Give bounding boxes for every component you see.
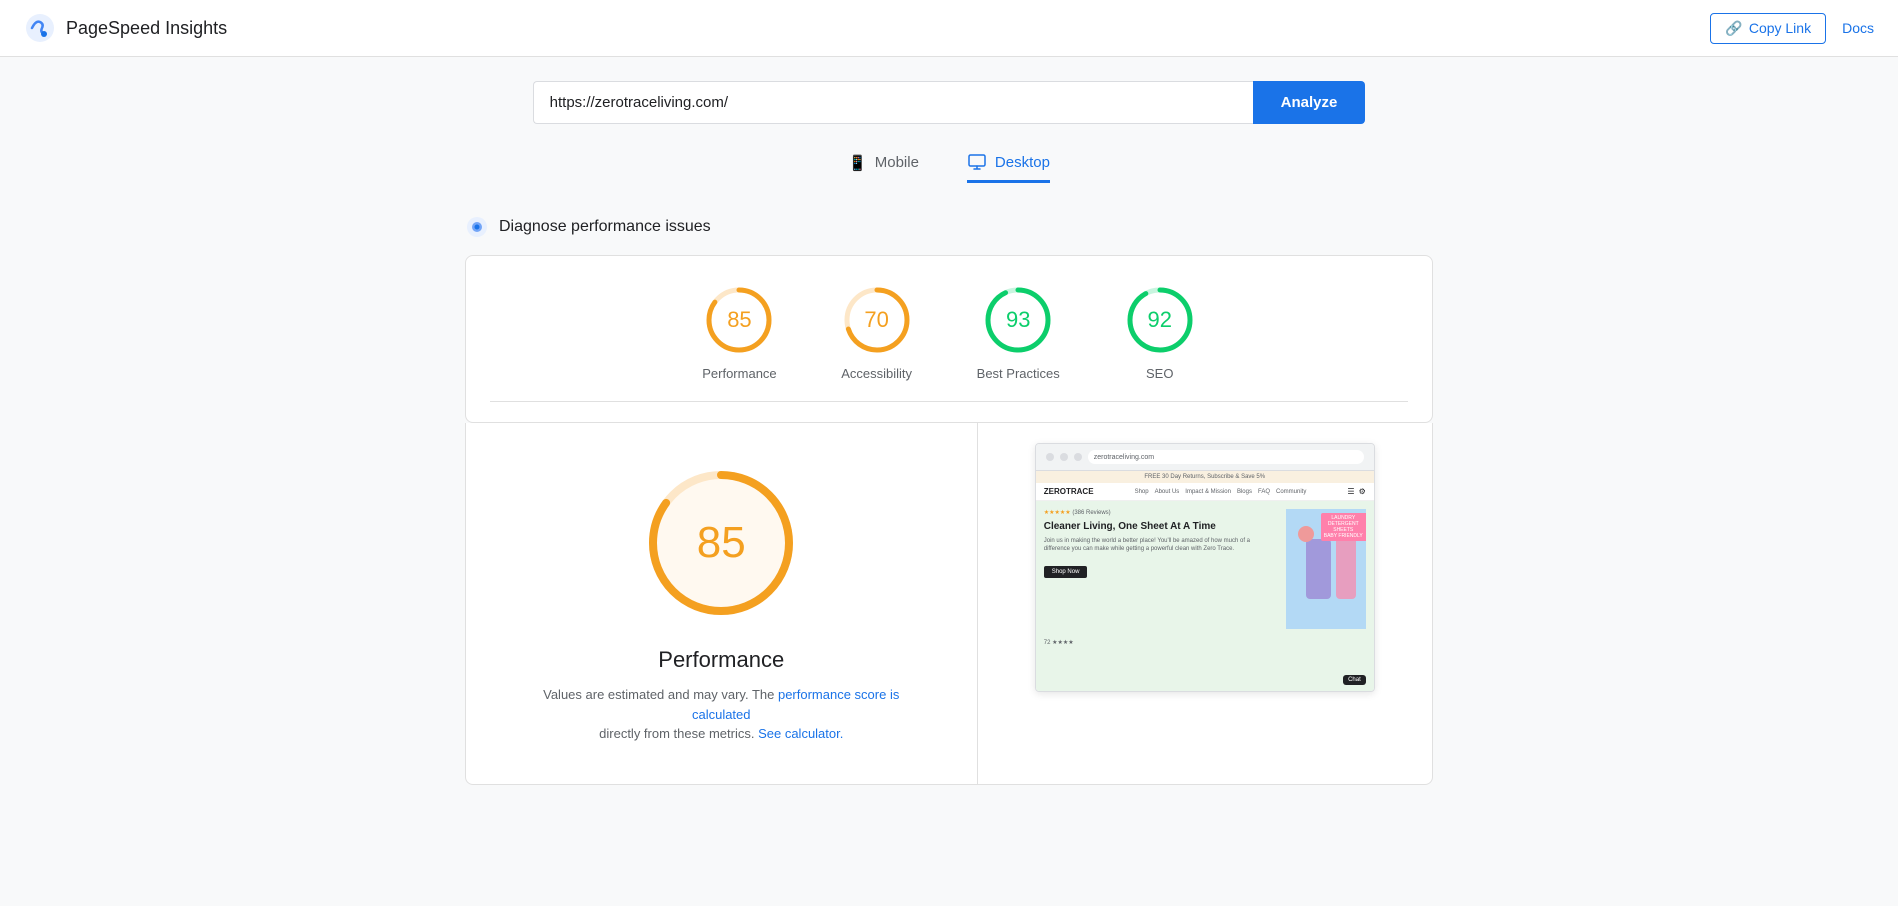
performance-detail: 85 Performance Values are estimated and … <box>466 423 978 784</box>
section-header: Diagnose performance issues <box>465 215 1433 239</box>
desktop-icon <box>967 152 987 172</box>
header: PageSpeed Insights 🔗 Copy Link Docs <box>0 0 1898 57</box>
shop-now-button: Shop Now <box>1044 566 1088 578</box>
seo-score: 92 <box>1148 307 1172 333</box>
big-performance-score: 85 <box>697 518 746 568</box>
tab-desktop[interactable]: Desktop <box>967 152 1050 183</box>
product-badge: LAUNDRY DETERGENT SHEETS BABY FRIENDLY <box>1321 513 1366 541</box>
url-input[interactable] <box>533 81 1253 124</box>
link-icon: 🔗 <box>1725 20 1742 37</box>
performance-score: 85 <box>727 307 751 333</box>
mobile-icon: 📱 <box>848 154 867 172</box>
accessibility-score: 70 <box>864 307 888 333</box>
best-practices-circle: 93 <box>982 284 1054 356</box>
browser-url: zerotraceliving.com <box>1088 450 1364 464</box>
performance-detail-title: Performance <box>658 647 784 673</box>
nav-brand: ZEROTRACE <box>1044 487 1094 496</box>
site-rating: 72 ★★★★ <box>1036 637 1374 648</box>
seo-label: SEO <box>1146 366 1173 381</box>
site-preview: FREE 30 Day Returns, Subscribe & Save 5%… <box>1036 471 1374 691</box>
header-actions: 🔗 Copy Link Docs <box>1710 13 1874 44</box>
score-seo: 92 SEO <box>1124 284 1196 381</box>
hero-body: Join us in making the world a better pla… <box>1044 537 1278 554</box>
browser-bar: zerotraceliving.com <box>1036 444 1374 471</box>
best-practices-label: Best Practices <box>977 366 1060 381</box>
hero-title: Cleaner Living, One Sheet At A Time <box>1044 520 1278 533</box>
best-practices-score: 93 <box>1006 307 1030 333</box>
accessibility-circle: 70 <box>841 284 913 356</box>
section-title: Diagnose performance issues <box>499 218 711 236</box>
nav-links: Shop About Us Impact & Mission Blogs FAQ… <box>1135 489 1307 495</box>
screenshot-panel: zerotraceliving.com FREE 30 Day Returns,… <box>978 423 1433 784</box>
lower-section: 85 Performance Values are estimated and … <box>465 423 1433 785</box>
scores-card: 85 Performance 70 Accessibility <box>465 255 1433 423</box>
accessibility-label: Accessibility <box>841 366 912 381</box>
site-screenshot: zerotraceliving.com FREE 30 Day Returns,… <box>1035 443 1375 692</box>
calculator-link[interactable]: See calculator. <box>758 726 843 741</box>
seo-circle: 92 <box>1124 284 1196 356</box>
score-best-practices: 93 Best Practices <box>977 284 1060 381</box>
hero-text: ★★★★★ (386 Reviews) Cleaner Living, One … <box>1044 509 1278 629</box>
pagespeed-logo <box>24 12 56 44</box>
nav-icon-2: ⚙ <box>1359 487 1366 496</box>
chat-badge: Chat <box>1343 675 1366 685</box>
copy-link-button[interactable]: 🔗 Copy Link <box>1710 13 1826 44</box>
view-tabs: 📱 Mobile Desktop <box>465 152 1433 183</box>
analyze-button[interactable]: Analyze <box>1253 81 1366 124</box>
hero-stars: ★★★★★ (386 Reviews) <box>1044 509 1278 516</box>
performance-circle: 85 <box>703 284 775 356</box>
scores-divider <box>490 401 1408 402</box>
score-performance: 85 Performance <box>702 284 776 381</box>
scores-row: 85 Performance 70 Accessibility <box>490 284 1408 381</box>
performance-description: Values are estimated and may vary. The p… <box>514 685 929 744</box>
browser-dot-1 <box>1046 453 1054 461</box>
score-accessibility: 70 Accessibility <box>841 284 913 381</box>
main-content: Analyze 📱 Mobile Desktop Diagnose perfor… <box>449 57 1449 809</box>
app-title: PageSpeed Insights <box>66 18 227 39</box>
docs-button[interactable]: Docs <box>1842 20 1874 36</box>
performance-label: Performance <box>702 366 776 381</box>
url-bar-row: Analyze <box>465 81 1433 124</box>
site-banner: FREE 30 Day Returns, Subscribe & Save 5% <box>1036 471 1374 483</box>
site-hero: ★★★★★ (386 Reviews) Cleaner Living, One … <box>1036 501 1374 637</box>
hero-image: LAUNDRY DETERGENT SHEETS BABY FRIENDLY <box>1286 509 1366 629</box>
browser-dot-2 <box>1060 453 1068 461</box>
big-performance-circle: 85 <box>641 463 801 623</box>
site-nav: ZEROTRACE Shop About Us Impact & Mission… <box>1036 483 1374 501</box>
nav-icons: ☰ ⚙ <box>1347 487 1365 496</box>
browser-dot-3 <box>1074 453 1082 461</box>
tab-mobile[interactable]: 📱 Mobile <box>848 152 919 183</box>
diagnose-icon <box>465 215 489 239</box>
logo-area: PageSpeed Insights <box>24 12 227 44</box>
nav-icon-1: ☰ <box>1347 487 1354 496</box>
